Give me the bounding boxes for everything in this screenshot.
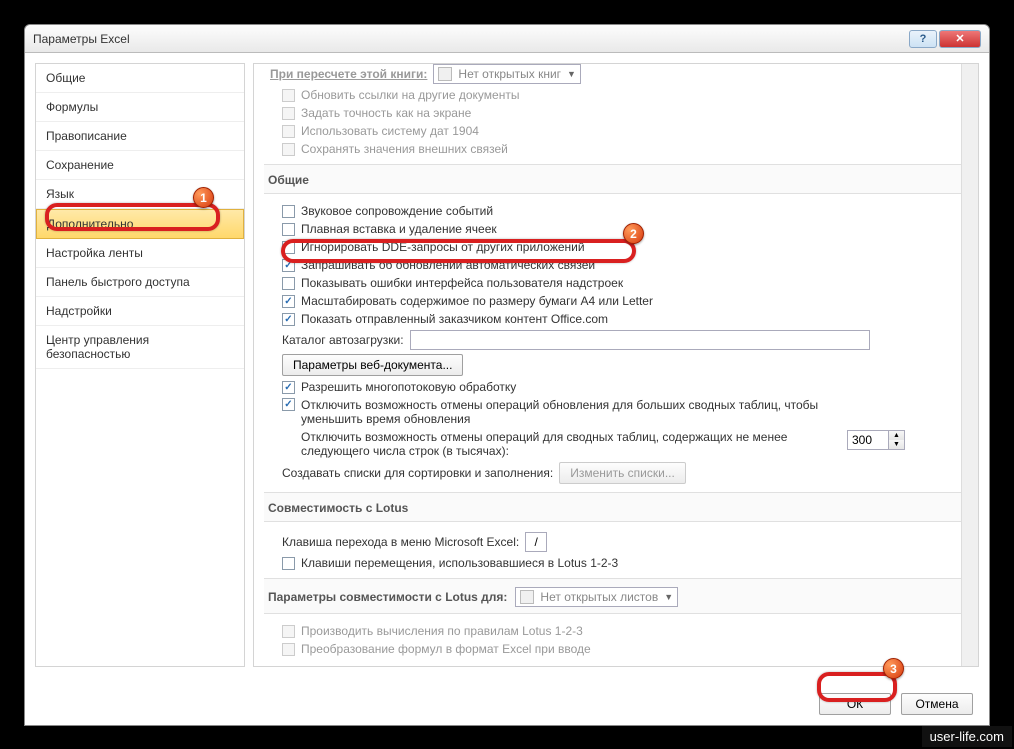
dialog-content: Общие Формулы Правописание Сохранение Яз… — [25, 53, 989, 677]
startup-label: Каталог автозагрузки: — [282, 333, 404, 347]
sidebar-item-save[interactable]: Сохранение — [36, 151, 244, 180]
sidebar-item-advanced[interactable]: Дополнительно — [36, 209, 244, 239]
window-title: Параметры Excel — [33, 32, 907, 46]
lotus-sheet-dropdown[interactable]: Нет открытых листов▼ — [515, 587, 678, 607]
recalc-dropdown[interactable]: Нет открытых книг▼ — [433, 64, 581, 84]
main-panel: При пересчете этой книги: Нет открытых к… — [253, 63, 979, 667]
sidebar-item-trustcenter[interactable]: Центр управления безопасностью — [36, 326, 244, 369]
badge-2: 2 — [623, 223, 644, 244]
lists-label: Создавать списки для сортировки и заполн… — [282, 466, 553, 480]
sidebar-item-qat[interactable]: Панель быстрого доступа — [36, 268, 244, 297]
sidebar-item-addins[interactable]: Надстройки — [36, 297, 244, 326]
watermark: user-life.com — [922, 726, 1012, 747]
undo-rows-input[interactable] — [848, 431, 888, 449]
sidebar-item-proofing[interactable]: Правописание — [36, 122, 244, 151]
edit-lists-button[interactable]: Изменить списки... — [559, 462, 686, 484]
spinner-down-icon[interactable]: ▼ — [888, 440, 904, 449]
vertical-scrollbar[interactable] — [961, 64, 978, 666]
close-button[interactable]: ✕ — [939, 30, 981, 48]
cb-save-external[interactable] — [282, 143, 295, 156]
main-scroll[interactable]: При пересчете этой книги: Нет открытых к… — [254, 64, 978, 666]
dialog-window: Параметры Excel ? ✕ Общие Формулы Правоп… — [24, 24, 990, 726]
cb-smooth-insert[interactable] — [282, 223, 295, 236]
cb-lotus-formulas[interactable] — [282, 643, 295, 656]
sheet-icon — [520, 590, 534, 604]
workbook-icon — [438, 67, 452, 81]
cb-scale-a4[interactable] — [282, 295, 295, 308]
dialog-footer: ОК Отмена — [819, 693, 973, 715]
chevron-down-icon: ▼ — [567, 69, 576, 79]
cb-precision[interactable] — [282, 107, 295, 120]
undo-rows-spinner[interactable]: ▲▼ — [847, 430, 905, 450]
cancel-button[interactable]: Отмена — [901, 693, 973, 715]
sidebar: Общие Формулы Правописание Сохранение Яз… — [35, 63, 245, 667]
undo-rows-label: Отключить возможность отмены операций дл… — [301, 430, 841, 458]
section-general: Общие — [264, 164, 974, 194]
sidebar-item-formulas[interactable]: Формулы — [36, 93, 244, 122]
cb-update-links[interactable] — [282, 89, 295, 102]
recalc-label: При пересчете этой книги: — [270, 67, 427, 81]
titlebar: Параметры Excel ? ✕ — [25, 25, 989, 53]
lotus-key-input[interactable] — [525, 532, 547, 552]
sidebar-item-general[interactable]: Общие — [36, 64, 244, 93]
help-button[interactable]: ? — [909, 30, 937, 48]
chevron-down-icon: ▼ — [664, 592, 673, 602]
web-options-button[interactable]: Параметры веб-документа... — [282, 354, 463, 376]
cb-office-content[interactable] — [282, 313, 295, 326]
section-lotus: Совместимость с Lotus — [264, 492, 974, 522]
section-lotus-params: Параметры совместимости с Lotus для: Нет… — [264, 578, 974, 614]
cb-ui-errors[interactable] — [282, 277, 295, 290]
cb-ignore-dde[interactable] — [282, 241, 295, 254]
cb-sound[interactable] — [282, 205, 295, 218]
spinner-up-icon[interactable]: ▲ — [888, 431, 904, 440]
cb-disable-undo-large[interactable] — [282, 398, 295, 411]
cb-date1904[interactable] — [282, 125, 295, 138]
sidebar-item-ribbon[interactable]: Настройка ленты — [36, 239, 244, 268]
cb-multithread[interactable] — [282, 381, 295, 394]
ok-button[interactable]: ОК — [819, 693, 891, 715]
lotus-key-label: Клавиша перехода в меню Microsoft Excel: — [282, 535, 519, 549]
cb-lotus-keys[interactable] — [282, 557, 295, 570]
badge-1: 1 — [193, 187, 214, 208]
cb-ask-update[interactable] — [282, 259, 295, 272]
startup-input[interactable] — [410, 330, 870, 350]
badge-3: 3 — [883, 658, 904, 679]
cb-lotus-calc[interactable] — [282, 625, 295, 638]
